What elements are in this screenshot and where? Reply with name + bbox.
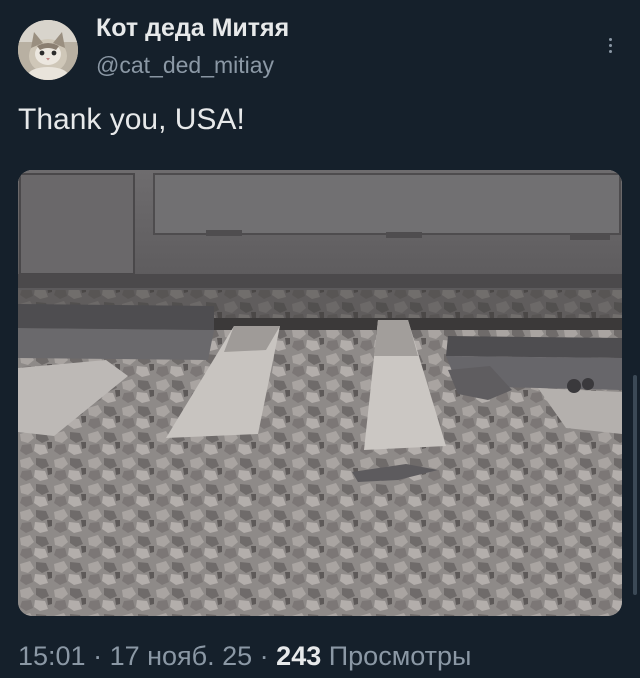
tweet-meta: 15:01 · 17 нояб. 25 · 243 Просмотры — [18, 641, 471, 672]
tweet-date[interactable]: 17 нояб. 25 — [110, 641, 253, 671]
tweet-text: Thank you, USA! — [18, 103, 245, 136]
meta-separator: · — [252, 641, 277, 671]
meta-separator: · — [85, 641, 110, 671]
tweet-photo[interactable] — [18, 170, 622, 616]
scrollbar[interactable] — [633, 375, 637, 595]
author-handle[interactable]: @cat_ded_mitiay — [96, 52, 274, 79]
more-dot — [608, 43, 612, 47]
tweet-time[interactable]: 15:01 — [18, 641, 86, 671]
more-options-icon[interactable] — [598, 30, 622, 60]
more-dot — [608, 49, 612, 53]
views-count[interactable]: 243 — [276, 641, 321, 671]
more-dot — [608, 37, 612, 41]
views-label[interactable]: Просмотры — [329, 641, 472, 671]
author-avatar[interactable] — [18, 20, 78, 80]
train-wheels-photo-icon — [18, 170, 622, 616]
cat-avatar-icon — [18, 20, 78, 80]
author-display-name[interactable]: Кот деда Митяя — [96, 14, 289, 43]
